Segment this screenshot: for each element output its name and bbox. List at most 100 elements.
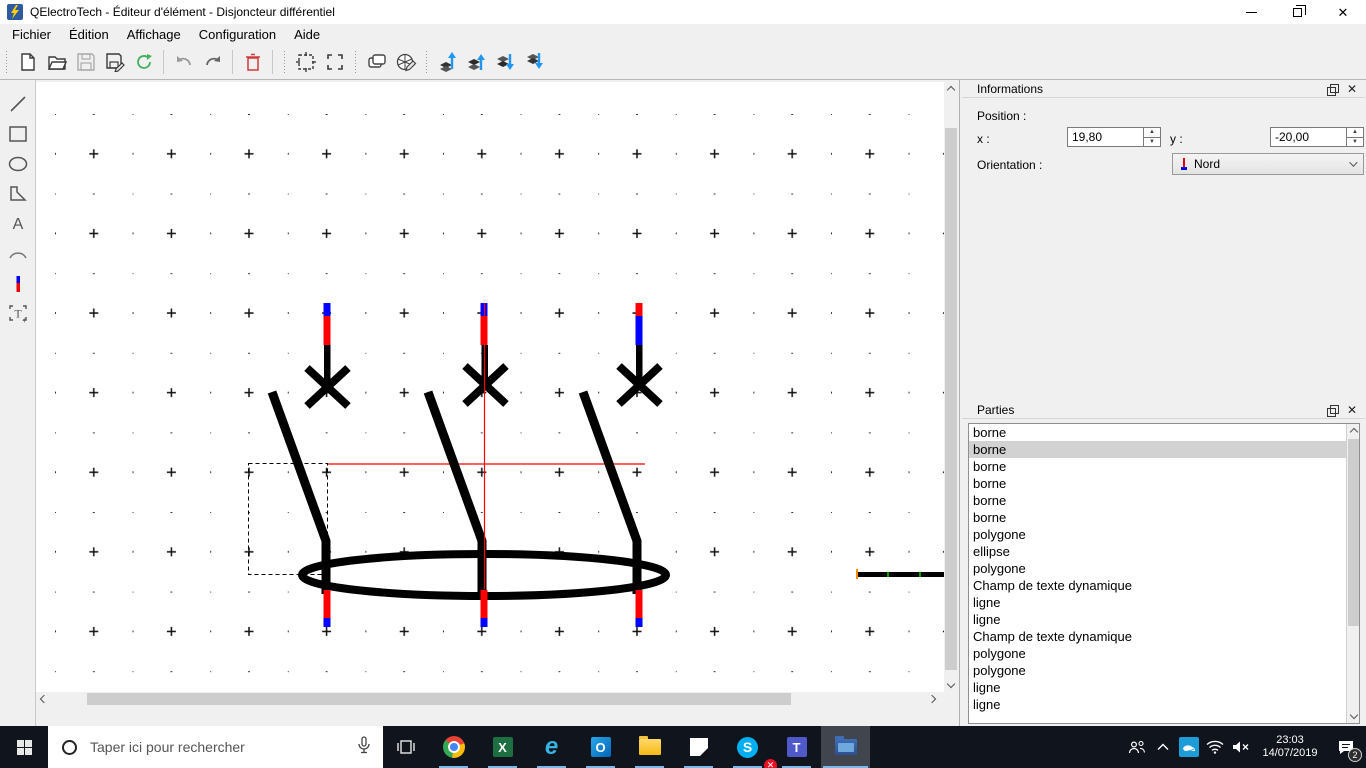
menu-configuration[interactable]: Configuration [190, 25, 285, 44]
toolbar-drag-handle[interactable] [353, 51, 358, 73]
tool-ellipse[interactable] [4, 151, 31, 177]
zscaler-icon[interactable] [1176, 726, 1202, 768]
volume-muted-icon[interactable] [1228, 726, 1254, 768]
parties-item[interactable]: ligne [969, 679, 1359, 696]
save-button[interactable] [71, 48, 100, 76]
taskbar-app-internet-explorer[interactable]: e [527, 726, 576, 768]
parties-item[interactable]: ellipse [969, 543, 1359, 560]
menu-affichage[interactable]: Affichage [118, 25, 190, 44]
tray-chevron-up-icon[interactable] [1150, 726, 1176, 768]
menu-fichier[interactable]: Fichier [3, 25, 60, 44]
spin-up-icon[interactable]: ▲ [1144, 128, 1160, 138]
scroll-up-button[interactable] [1347, 424, 1359, 437]
vscroll-thumb[interactable] [945, 128, 957, 670]
parties-titlebar[interactable]: Parties ✕ [962, 402, 1365, 419]
scroll-right-button[interactable] [927, 692, 940, 706]
parties-item[interactable]: ligne [969, 696, 1359, 713]
taskbar-app-skype[interactable]: S ✕ [723, 726, 777, 768]
y-spinbox[interactable]: ▲▼ [1270, 127, 1364, 147]
tool-rectangle[interactable] [4, 121, 31, 147]
parties-item[interactable]: polygone [969, 645, 1359, 662]
parties-item[interactable]: polygone [969, 560, 1359, 577]
canvas-hscrollbar[interactable] [36, 692, 944, 706]
tool-terminal[interactable] [4, 271, 31, 297]
new-file-button[interactable] [13, 48, 42, 76]
y-spin-buttons[interactable]: ▲ ▼ [1346, 128, 1363, 146]
menu-aide[interactable]: Aide [285, 25, 329, 44]
vscroll-thumb[interactable] [1348, 439, 1359, 626]
taskbar-app-notes[interactable] [674, 726, 723, 768]
scroll-down-button[interactable] [944, 679, 958, 692]
close-panel-icon[interactable]: ✕ [1347, 404, 1357, 416]
parties-scrollbar[interactable] [1346, 424, 1359, 723]
scroll-down-button[interactable] [1347, 710, 1359, 723]
task-view-button[interactable] [383, 726, 429, 768]
tool-dynamic-text[interactable]: T + [4, 301, 31, 327]
taskbar-search[interactable] [48, 726, 383, 768]
search-input[interactable] [90, 739, 357, 755]
lower-to-bottom-button[interactable] [520, 48, 549, 76]
float-panel-icon[interactable] [1326, 83, 1339, 96]
parties-item-selected[interactable]: borne [969, 441, 1359, 458]
parties-item[interactable]: borne [969, 475, 1359, 492]
parties-item[interactable]: Champ de texte dynamique [969, 628, 1359, 645]
parties-item[interactable]: borne [969, 424, 1359, 441]
element-canvas[interactable] [36, 82, 944, 692]
tool-polygon[interactable] [4, 181, 31, 207]
spin-up-icon[interactable]: ▲ [1347, 128, 1363, 138]
start-button[interactable] [0, 726, 48, 768]
notification-center-button[interactable]: 2 [1326, 726, 1366, 768]
informations-titlebar[interactable]: Informations ✕ [962, 81, 1365, 98]
undo-button[interactable] [169, 48, 198, 76]
raise-to-top-button[interactable] [433, 48, 462, 76]
save-as-button[interactable] [100, 48, 129, 76]
toolbar-drag-handle[interactable] [4, 51, 9, 73]
microphone-icon[interactable] [357, 735, 383, 759]
delete-button[interactable] [238, 48, 267, 76]
taskbar-app-excel[interactable]: X [478, 726, 527, 768]
open-file-button[interactable] [42, 48, 71, 76]
edit-properties-button[interactable] [362, 48, 391, 76]
color-wheel-button[interactable] [391, 48, 420, 76]
parties-item[interactable]: borne [969, 509, 1359, 526]
taskbar-app-file-explorer[interactable] [625, 726, 674, 768]
people-icon[interactable] [1124, 726, 1150, 768]
spin-down-icon[interactable]: ▼ [1144, 138, 1160, 147]
parties-item[interactable]: ligne [969, 611, 1359, 628]
taskbar-clock[interactable]: 23:03 14/07/2019 [1254, 726, 1326, 768]
restore-button[interactable] [1274, 0, 1320, 24]
tool-arc[interactable] [4, 241, 31, 267]
close-panel-icon[interactable]: ✕ [1347, 83, 1357, 95]
hscroll-thumb[interactable] [87, 693, 791, 705]
parties-item[interactable]: polygone [969, 662, 1359, 679]
parties-item[interactable]: ligne [969, 594, 1359, 611]
minimize-button[interactable] [1228, 0, 1274, 24]
scroll-up-button[interactable] [944, 82, 958, 95]
raise-button[interactable] [462, 48, 491, 76]
x-spin-buttons[interactable]: ▲ ▼ [1143, 128, 1160, 146]
frame-selection-button[interactable] [320, 48, 349, 76]
fit-selection-button[interactable] [291, 48, 320, 76]
reload-button[interactable] [129, 48, 158, 76]
parties-item[interactable]: borne [969, 458, 1359, 475]
close-button[interactable]: ✕ [1320, 0, 1366, 24]
toolbar-drag-handle[interactable] [424, 51, 429, 73]
wifi-icon[interactable] [1202, 726, 1228, 768]
canvas-vscrollbar[interactable] [944, 82, 958, 692]
menu-edition[interactable]: Édition [60, 25, 118, 44]
taskbar-app-outlook[interactable]: O [576, 726, 625, 768]
y-input[interactable] [1271, 128, 1346, 146]
parties-item[interactable]: borne [969, 492, 1359, 509]
toolbar-drag-handle[interactable] [282, 51, 287, 73]
x-spinbox[interactable]: ▲▼ [1067, 127, 1161, 147]
spin-down-icon[interactable]: ▼ [1347, 138, 1363, 147]
lower-button[interactable] [491, 48, 520, 76]
float-panel-icon[interactable] [1326, 404, 1339, 417]
x-input[interactable] [1068, 128, 1143, 146]
parties-item[interactable]: Champ de texte dynamique [969, 577, 1359, 594]
taskbar-app-qelectrotech[interactable] [821, 726, 870, 768]
scroll-left-button[interactable] [36, 692, 49, 706]
taskbar-app-chrome[interactable] [429, 726, 478, 768]
redo-button[interactable] [198, 48, 227, 76]
taskbar-app-teams[interactable]: T [772, 726, 821, 768]
